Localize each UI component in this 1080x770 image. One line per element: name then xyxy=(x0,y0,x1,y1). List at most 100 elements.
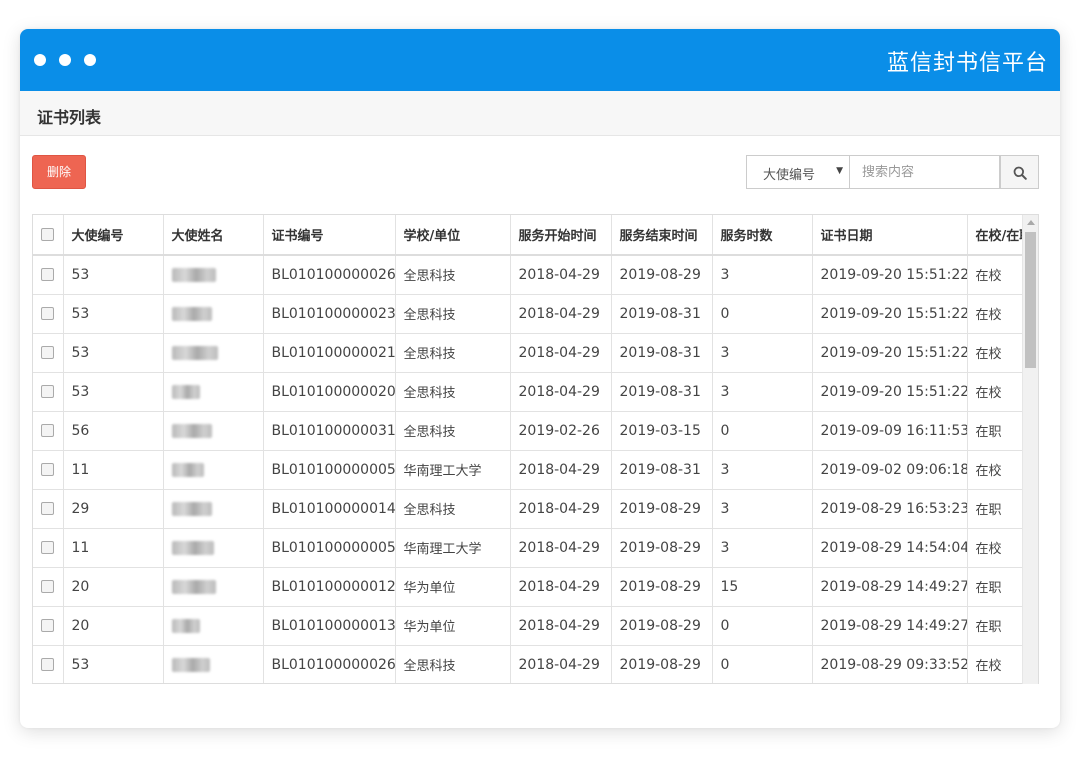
cell-id: 53 xyxy=(62,254,164,295)
redacted-name xyxy=(171,384,200,399)
cell-hours: 0 xyxy=(711,644,813,683)
row-select-cell xyxy=(33,488,64,529)
table-row[interactable]: 53 BL010100000021 全思科技 2018-04-29 2019-08-31… xyxy=(33,332,1038,373)
cell-date: 2019-08-29 16:53:23 xyxy=(811,488,968,529)
redacted-name xyxy=(171,267,216,282)
redacted-name xyxy=(171,579,216,594)
row-checkbox[interactable] xyxy=(41,346,55,359)
cell-end: 2019-08-29 xyxy=(610,254,713,295)
redacted-name xyxy=(171,462,204,477)
ambassador-name-cell xyxy=(162,644,264,683)
vertical-scrollbar[interactable] xyxy=(1022,215,1038,684)
cell-org: 全思科技 xyxy=(394,332,511,373)
row-checkbox[interactable] xyxy=(41,541,55,554)
row-checkbox[interactable] xyxy=(41,385,55,398)
col-header[interactable]: 证书编号 xyxy=(262,215,396,256)
table-row[interactable]: 20 BL010100000013 华为单位 2018-04-29 2019-08-29… xyxy=(33,605,1038,646)
cell-cert: BL010100000020 xyxy=(262,371,396,412)
table-row[interactable]: 53 BL010100000023 全思科技 2018-04-29 2019-08-31… xyxy=(33,293,1038,334)
cell-hours: 0 xyxy=(711,410,813,451)
cell-date: 2019-08-29 14:49:27 xyxy=(811,605,968,646)
table-row[interactable]: 53 BL010100000026 全思科技 2018-04-29 2019-08-29… xyxy=(33,254,1038,295)
col-header[interactable]: 大使编号 xyxy=(62,215,164,256)
redacted-name xyxy=(171,618,200,633)
col-header[interactable]: 证书日期 xyxy=(811,215,968,256)
cell-id: 20 xyxy=(62,605,164,646)
col-header[interactable]: 大使姓名 xyxy=(162,215,264,256)
table-row[interactable]: 56 BL010100000031 全思科技 2019-02-26 2019-03-15… xyxy=(33,410,1038,451)
table-header-row: 大使编号 大使姓名 证书编号 学校/单位 服务开始时间 服务结束时间 服务时数 … xyxy=(33,215,1038,256)
cell-start: 2018-04-29 xyxy=(509,527,612,568)
cell-end: 2019-08-31 xyxy=(610,449,713,490)
ambassador-name-cell xyxy=(162,254,264,295)
app-brand: 蓝信封书信平台 xyxy=(886,51,1048,76)
cell-org: 华为单位 xyxy=(394,605,511,646)
redacted-name xyxy=(171,345,218,360)
ambassador-name-cell xyxy=(162,332,264,373)
row-checkbox[interactable] xyxy=(41,424,55,437)
row-checkbox[interactable] xyxy=(41,658,55,671)
search-field-select[interactable]: 大使编号 ▼ xyxy=(746,155,850,189)
cell-cert: BL010100000026 xyxy=(262,644,396,683)
cell-org: 全思科技 xyxy=(394,371,511,412)
cell-start: 2018-04-29 xyxy=(509,644,612,683)
cell-start: 2018-04-29 xyxy=(509,254,612,295)
search-input[interactable] xyxy=(850,155,1000,189)
cell-cert: BL010100000026 xyxy=(262,254,396,295)
col-header[interactable]: 服务结束时间 xyxy=(610,215,713,256)
table-row[interactable]: 29 BL010100000014 全思科技 2018-04-29 2019-08-29… xyxy=(33,488,1038,529)
cell-org: 华南理工大学 xyxy=(394,527,511,568)
redacted-name xyxy=(171,423,212,438)
table-row[interactable]: 53 BL010100000026 全思科技 2018-04-29 2019-08-29… xyxy=(33,644,1038,683)
cell-org: 华南理工大学 xyxy=(394,449,511,490)
cell-id: 29 xyxy=(62,488,164,529)
table-row[interactable]: 11 BL010100000005 华南理工大学 2018-04-29 2019-08-… xyxy=(33,527,1038,568)
cell-id: 53 xyxy=(62,644,164,683)
cell-date: 2019-08-29 09:33:52 xyxy=(811,644,968,683)
cell-hours: 15 xyxy=(711,566,813,607)
table-row[interactable]: 20 BL010100000012 华为单位 2018-04-29 2019-08-29… xyxy=(33,566,1038,607)
delete-button[interactable]: 删除 xyxy=(32,155,86,189)
row-select-cell xyxy=(33,449,64,490)
col-header[interactable]: 学校/单位 xyxy=(394,215,511,256)
row-select-cell xyxy=(33,605,64,646)
certificate-table-container: 大使编号 大使姓名 证书编号 学校/单位 服务开始时间 服务结束时间 服务时数 … xyxy=(32,214,1039,684)
cell-date: 2019-09-20 15:51:22 xyxy=(811,293,968,334)
cell-cert: BL010100000005 xyxy=(262,449,396,490)
cell-end: 2019-08-29 xyxy=(610,488,713,529)
ambassador-name-cell xyxy=(162,488,264,529)
table-row[interactable]: 53 BL010100000020 全思科技 2018-04-29 2019-08-31… xyxy=(33,371,1038,412)
cell-start: 2018-04-29 xyxy=(509,332,612,373)
cell-hours: 3 xyxy=(711,371,813,412)
search-icon xyxy=(1013,166,1027,180)
search-button[interactable] xyxy=(1000,155,1039,189)
cell-hours: 3 xyxy=(711,527,813,568)
cell-start: 2018-04-29 xyxy=(509,371,612,412)
certificate-table: 大使编号 大使姓名 证书编号 学校/单位 服务开始时间 服务结束时间 服务时数 … xyxy=(33,215,1038,683)
row-select-cell xyxy=(33,566,64,607)
scrollbar-thumb[interactable] xyxy=(1025,232,1036,368)
row-checkbox[interactable] xyxy=(41,307,55,320)
cell-start: 2018-04-29 xyxy=(509,293,612,334)
row-checkbox[interactable] xyxy=(41,502,55,515)
col-header[interactable]: 服务时数 xyxy=(711,215,813,256)
cell-end: 2019-08-29 xyxy=(610,527,713,568)
table-row[interactable]: 11 BL010100000005 华南理工大学 2018-04-29 2019-08-… xyxy=(33,449,1038,490)
window-dot-icon xyxy=(59,54,71,66)
page-title: 证书列表 xyxy=(37,108,102,127)
app-window: 蓝信封书信平台 证书列表 删除 大使编号 ▼ 大使编号 大使姓名 xyxy=(20,29,1060,728)
row-checkbox[interactable] xyxy=(41,580,55,593)
select-all-checkbox[interactable] xyxy=(41,228,55,241)
cell-id: 11 xyxy=(62,449,164,490)
cell-hours: 0 xyxy=(711,605,813,646)
row-checkbox[interactable] xyxy=(41,268,55,282)
cell-id: 53 xyxy=(62,293,164,334)
caret-down-icon: ▼ xyxy=(836,166,843,176)
cell-org: 华为单位 xyxy=(394,566,511,607)
redacted-name xyxy=(171,540,214,555)
scroll-up-icon[interactable] xyxy=(1027,220,1035,225)
col-header[interactable]: 服务开始时间 xyxy=(509,215,612,256)
cell-cert: BL010100000023 xyxy=(262,293,396,334)
row-checkbox[interactable] xyxy=(41,619,55,632)
row-checkbox[interactable] xyxy=(41,463,55,476)
